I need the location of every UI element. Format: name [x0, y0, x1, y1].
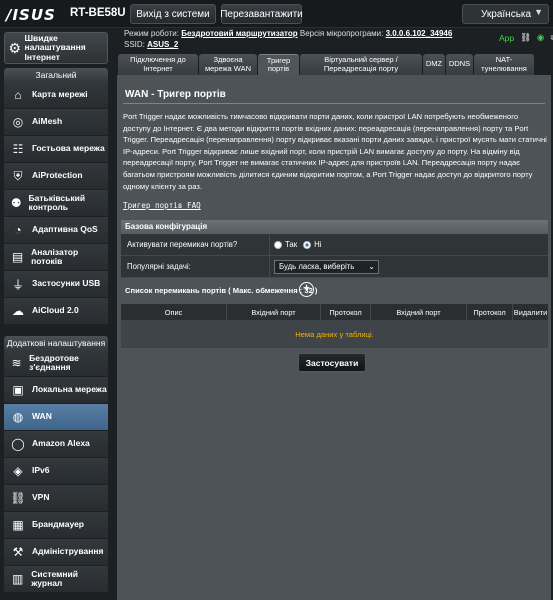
sidebar-item-system-log[interactable]: ▥ Системний журнал	[4, 566, 108, 593]
quick-internet-setup-button[interactable]: ⚙ Швидке налаштування Інтернет	[4, 32, 108, 64]
general-menu: ⌂ Карта мережі ◎ AiMesh ☷ Гостьова мережа ⛨…	[4, 82, 108, 325]
main-content: WAN - Тригер портів Port Trigger надає м…	[117, 75, 551, 600]
column-protocol-2: Протокол	[467, 304, 513, 320]
chevron-down-icon: ⌄	[368, 261, 375, 271]
tab-internet-connection[interactable]: Підключення до Інтернет	[118, 54, 198, 75]
column-delete: Видалити	[513, 307, 548, 317]
advanced-section-title: Додаткові налаштування	[4, 336, 108, 350]
basic-config-table: Базова конфігурація Активувати перемикач…	[121, 220, 548, 278]
admin-icon: ⚒	[12, 545, 24, 559]
wireless-icon: ≋	[11, 356, 22, 370]
system-log-icon: ▥	[11, 572, 24, 586]
ipv6-icon: ◈	[13, 464, 23, 478]
chevron-down-icon: ▼	[534, 7, 543, 17]
aimesh-icon: ◎	[12, 115, 24, 129]
cloud-icon: ☁	[12, 304, 24, 318]
sidebar-item-alexa[interactable]: ◯ Amazon Alexa	[4, 431, 108, 458]
sidebar-item-ipv6[interactable]: ◈ IPv6	[4, 458, 108, 485]
firewall-icon: ▦	[12, 518, 24, 532]
trigger-list-header: Опис Вхідний порт Протокол Вхідний порт …	[121, 304, 548, 320]
sidebar-item-wan[interactable]: ◍ WAN	[4, 404, 108, 431]
top-bar: /ISUS RT-BE58U Вихід з системи Перезаван…	[0, 0, 553, 28]
tab-virtual-server[interactable]: Віртуальний сервер / Переадресація порту	[300, 54, 422, 75]
column-trigger-port: Вхідний порт	[227, 304, 321, 320]
popular-tasks-select[interactable]: Будь ласка, виберіть ⌄	[274, 259, 379, 274]
tab-nat-passthrough[interactable]: NAT-тунелювання	[474, 54, 534, 75]
sidebar-item-usb-apps[interactable]: ⏚ Застосунки USB	[4, 271, 108, 298]
operation-mode-link[interactable]: Бездротовий маршрутизатор	[181, 29, 297, 38]
router-model: RT-BE58U	[70, 7, 126, 19]
globe-icon: ◍	[12, 410, 24, 424]
sidebar-item-administration[interactable]: ⚒ Адміністрування	[4, 539, 108, 566]
sidebar-item-network-map[interactable]: ⌂ Карта мережі	[4, 82, 108, 109]
sidebar-item-guest-network[interactable]: ☷ Гостьова мережа	[4, 136, 108, 163]
port-trigger-faq-link[interactable]: Тригер портів FAQ	[123, 201, 201, 210]
general-section-title: Загальний	[4, 68, 108, 82]
sidebar-item-aiprotection[interactable]: ⛨ AiProtection	[4, 163, 108, 190]
enable-yes-radio[interactable]	[274, 240, 282, 249]
sidebar: ⚙ Швидке налаштування Інтернет Загальний…	[0, 28, 112, 600]
page-description: Port Trigger надає можливість тимчасово …	[123, 112, 547, 191]
quick-setup-label: Швидке налаштування Інтернет	[24, 32, 86, 62]
enable-port-trigger-label: Активувати перемикач портів?	[121, 234, 270, 255]
sidebar-item-vpn[interactable]: ⛓ VPN	[4, 485, 108, 512]
empty-table-message: Нема даних у таблиці.	[121, 320, 548, 348]
status-icons: App ⛓ ◉ ⇌	[499, 32, 553, 43]
shield-icon: ⛨	[13, 168, 23, 183]
sidebar-item-aimesh[interactable]: ◎ AiMesh	[4, 109, 108, 136]
column-incoming-port: Вхідний порт	[371, 304, 467, 320]
app-label[interactable]: App	[499, 33, 514, 43]
wan-status-icon[interactable]: ◉	[537, 32, 544, 43]
trigger-list-table: Опис Вхідний порт Протокол Вхідний порт …	[121, 304, 548, 348]
guest-network-icon: ☷	[12, 142, 24, 156]
vpn-icon: ⛓	[10, 491, 26, 505]
sidebar-item-parental-control[interactable]: ⚉ Батьківський контроль	[4, 190, 108, 217]
firmware-version-link[interactable]: 3.0.0.6.102_34946	[386, 29, 453, 38]
quick-setup-icon: ⚙	[8, 39, 22, 56]
tab-port-trigger[interactable]: Тригер портів	[258, 54, 299, 75]
page-title: WAN - Тригер портів	[125, 89, 226, 100]
language-value: Українська	[481, 8, 532, 20]
tab-ddns[interactable]: DDNS	[446, 54, 473, 75]
popular-tasks-row: Популярні задачі: Будь ласка, виберіть ⌄	[121, 256, 548, 278]
sidebar-item-aicloud[interactable]: ☁ AiCloud 2.0	[4, 298, 108, 325]
apply-button[interactable]: Застосувати	[298, 353, 366, 372]
language-select[interactable]: Українська ▼	[462, 4, 549, 24]
sidebar-item-traffic-analyzer[interactable]: ▤ Аналізатор потоків	[4, 244, 108, 271]
advanced-menu: ≋ Бездротове з'єднання ▣ Локальна мережа ◍…	[4, 350, 108, 593]
link-icon[interactable]: ⛓	[520, 32, 531, 43]
tab-bar: Підключення до Інтернет Здвоєна мережа W…	[118, 54, 551, 75]
enable-yes-label[interactable]: Так	[285, 240, 297, 249]
network-map-icon: ⌂	[14, 88, 22, 102]
divider	[123, 103, 545, 104]
enable-no-label[interactable]: Ні	[314, 240, 321, 249]
trigger-list-title: Список перемикань портів ( Макс. обмежен…	[125, 286, 318, 295]
sidebar-item-firewall[interactable]: ▦ Брандмауер	[4, 512, 108, 539]
sidebar-item-wireless[interactable]: ≋ Бездротове з'єднання	[4, 350, 108, 377]
enable-no-radio[interactable]	[303, 240, 312, 249]
usb-icon: ⏚	[11, 277, 24, 292]
reboot-button[interactable]: Перезавантажити	[220, 4, 303, 24]
tab-dmz[interactable]: DMZ	[423, 54, 445, 75]
basic-config-header: Базова конфігурація	[121, 220, 548, 234]
asus-logo: /ISUS	[6, 6, 56, 24]
parental-control-icon: ⚉	[10, 196, 22, 210]
ssid-line: SSID: ASUS_2	[124, 40, 179, 49]
logout-button[interactable]: Вихід з системи	[130, 4, 216, 24]
tab-dual-wan[interactable]: Здвоєна мережа WAN	[199, 54, 257, 75]
popular-tasks-label: Популярні задачі:	[121, 256, 270, 277]
sidebar-item-lan[interactable]: ▣ Локальна мережа	[4, 377, 108, 404]
alexa-icon: ◯	[11, 437, 25, 451]
enable-port-trigger-row: Активувати перемикач портів? Так Ні	[121, 234, 548, 256]
popular-tasks-value: Будь ласка, виберіть	[279, 262, 355, 271]
ssid-link[interactable]: ASUS_2	[147, 40, 178, 49]
lan-icon: ▣	[12, 383, 24, 397]
operation-mode-line: Режим роботи: Бездротовий маршрутизатор …	[124, 29, 453, 38]
sidebar-item-adaptive-qos[interactable]: ◔ Адаптивна QoS	[4, 217, 108, 244]
traffic-analyzer-icon: ▤	[11, 250, 24, 264]
column-protocol: Протокол	[321, 304, 371, 320]
column-description: Опис	[121, 304, 227, 320]
add-icon[interactable]: +	[299, 282, 314, 297]
qos-icon: ◔	[14, 223, 22, 237]
